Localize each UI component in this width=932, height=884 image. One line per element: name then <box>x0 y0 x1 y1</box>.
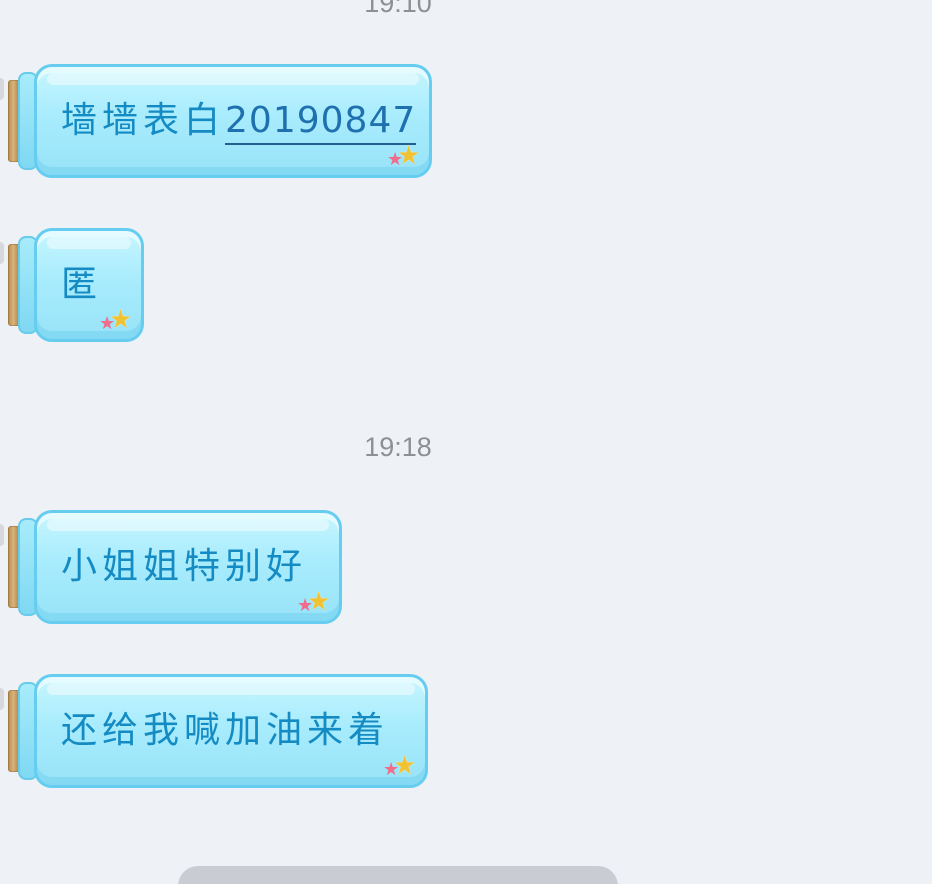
stars-icon: ★ ★ <box>99 307 133 333</box>
timestamp-top: 19:10 <box>364 0 432 18</box>
avatar[interactable] <box>0 688 4 710</box>
message-text-main: 墙墙表白 <box>61 100 226 141</box>
gold-star-icon: ★ <box>109 305 133 335</box>
timestamp-mid: 19:18 <box>364 432 432 462</box>
input-bar[interactable] <box>178 866 618 884</box>
avatar[interactable] <box>0 78 4 100</box>
bottle-body: 还给我喊加油来着 ★ ★ <box>34 674 428 788</box>
bottle-bubble: 小姐姐特别好 ★ ★ <box>8 510 342 624</box>
bottle-bubble: 墙墙表白20190847 ★ ★ <box>8 64 432 178</box>
gold-star-icon: ★ <box>307 587 331 617</box>
message-bubble[interactable]: 墙墙表白20190847 ★ ★ <box>0 64 432 178</box>
bottle-body: 小姐姐特别好 ★ ★ <box>34 510 342 624</box>
message-text: 匿 <box>61 264 103 305</box>
message-bubble[interactable]: 还给我喊加油来着 ★ ★ <box>0 674 428 788</box>
message-text: 墙墙表白20190847 <box>61 91 417 145</box>
message-text: 小姐姐特别好 <box>61 546 308 587</box>
message-number-link[interactable]: 20190847 <box>225 100 417 145</box>
stars-icon: ★ ★ <box>297 589 331 615</box>
avatar[interactable] <box>0 524 4 546</box>
avatar[interactable] <box>0 242 4 264</box>
gold-star-icon: ★ <box>393 751 417 781</box>
stars-icon: ★ ★ <box>387 143 421 169</box>
message-text: 还给我喊加油来着 <box>61 710 390 751</box>
chat-area: 19:10 墙墙表白20190847 ★ ★ 匿 ★ ★ 19:18 小姐姐特别… <box>0 0 932 884</box>
gold-star-icon: ★ <box>397 141 421 171</box>
bottle-bubble: 匿 ★ ★ <box>8 228 144 342</box>
message-bubble[interactable]: 匿 ★ ★ <box>0 228 144 342</box>
bottle-bubble: 还给我喊加油来着 ★ ★ <box>8 674 428 788</box>
stars-icon: ★ ★ <box>383 753 417 779</box>
bottle-body: 墙墙表白20190847 ★ ★ <box>34 64 432 178</box>
bottle-body: 匿 ★ ★ <box>34 228 144 342</box>
message-bubble[interactable]: 小姐姐特别好 ★ ★ <box>0 510 342 624</box>
